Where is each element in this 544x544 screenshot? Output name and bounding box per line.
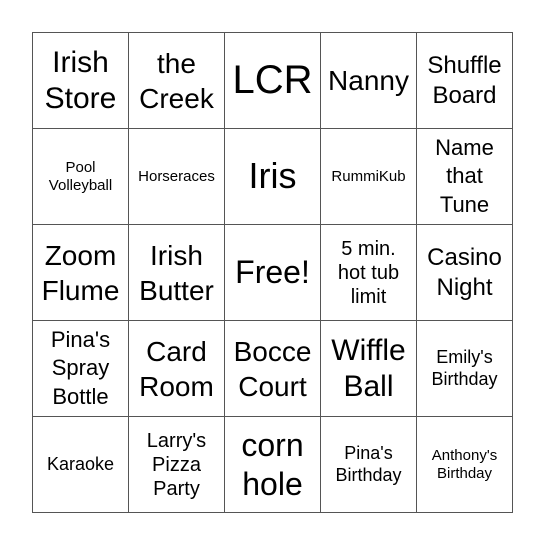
bingo-cell[interactable]: Casino Night xyxy=(416,224,513,321)
bingo-cell[interactable]: Shuffle Board xyxy=(416,32,513,129)
bingo-cell[interactable]: Nanny xyxy=(320,32,417,129)
bingo-cell[interactable]: Card Room xyxy=(128,320,225,417)
bingo-cell[interactable]: LCR xyxy=(224,32,321,129)
bingo-cell[interactable]: Larry's Pizza Party xyxy=(128,416,225,513)
bingo-cell[interactable]: Irish Store xyxy=(32,32,129,129)
bingo-cell[interactable]: the Creek xyxy=(128,32,225,129)
bingo-cell[interactable]: Bocce Court xyxy=(224,320,321,417)
bingo-cell[interactable]: 5 min. hot tub limit xyxy=(320,224,417,321)
bingo-cell[interactable]: RummiKub xyxy=(320,128,417,225)
bingo-cell[interactable]: Karaoke xyxy=(32,416,129,513)
bingo-cell[interactable]: corn hole xyxy=(224,416,321,513)
bingo-cell[interactable]: Pina's Spray Bottle xyxy=(32,320,129,417)
bingo-cell[interactable]: Name that Tune xyxy=(416,128,513,225)
bingo-board: Irish Store the Creek LCR Nanny Shuffle … xyxy=(32,32,513,513)
bingo-cell[interactable]: Iris xyxy=(224,128,321,225)
bingo-cell[interactable]: Pool Volleyball xyxy=(32,128,129,225)
bingo-cell[interactable]: Pina's Birthday xyxy=(320,416,417,513)
bingo-cell[interactable]: Emily's Birthday xyxy=(416,320,513,417)
bingo-cell[interactable]: Irish Butter xyxy=(128,224,225,321)
bingo-cell[interactable]: Anthony's Birthday xyxy=(416,416,513,513)
bingo-cell[interactable]: Horseraces xyxy=(128,128,225,225)
bingo-cell[interactable]: Wiffle Ball xyxy=(320,320,417,417)
bingo-cell[interactable]: Zoom Flume xyxy=(32,224,129,321)
free-space[interactable]: Free! xyxy=(224,224,321,321)
